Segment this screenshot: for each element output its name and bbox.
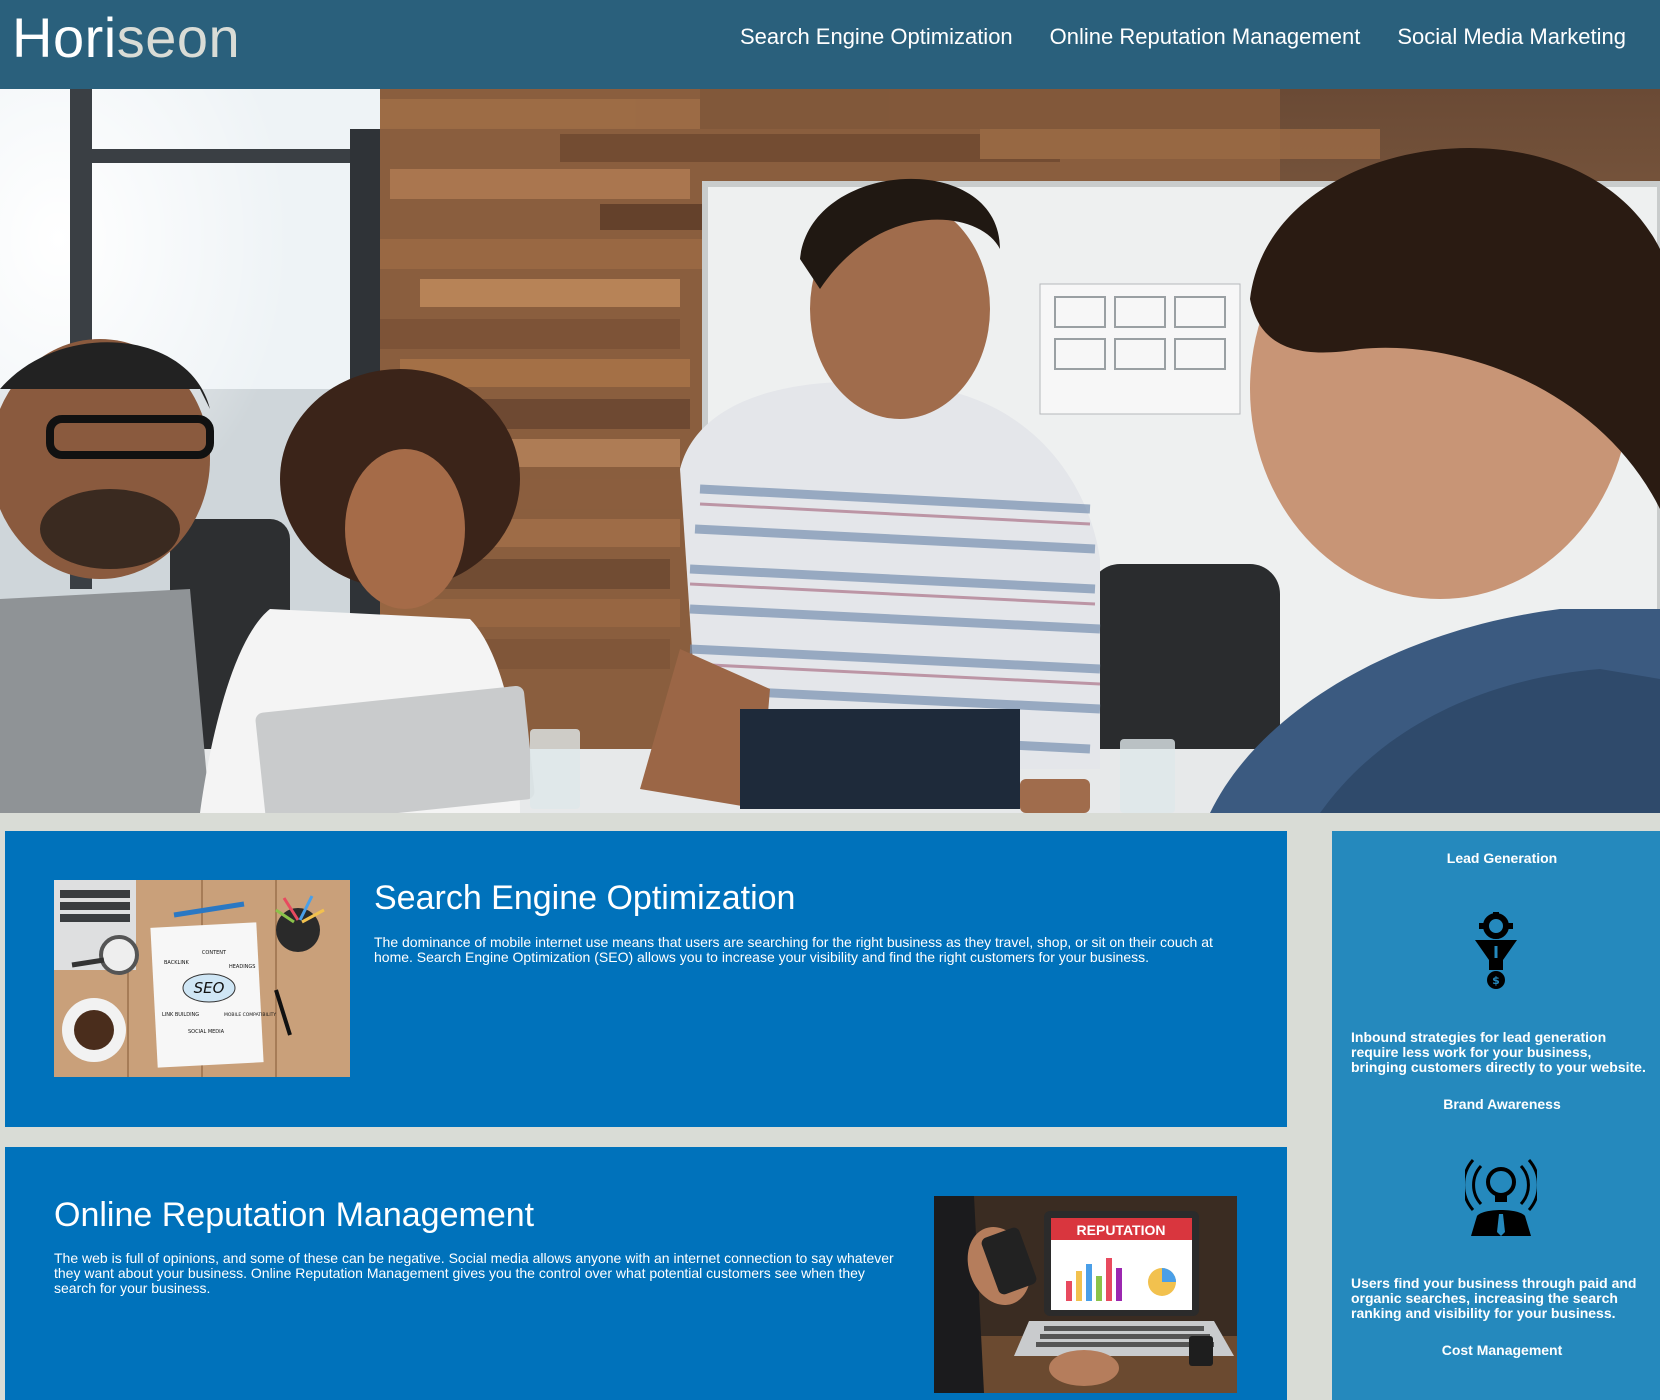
orm-illustration: REPUTATION (934, 1196, 1237, 1393)
seo-image-center-label: SEO (194, 979, 225, 997)
seo-image-headings-label: HEADINGS (229, 964, 255, 970)
seo-image-mobile-label: MOBILE COMPATIBILITY (224, 1012, 276, 1018)
logo-main: Hori (12, 6, 117, 69)
benefit-title-brand-awareness: Brand Awareness (1443, 1096, 1561, 1112)
lightbulb-broadcast-icon (1462, 1158, 1540, 1241)
hero-illustration (0, 89, 1660, 813)
seo-description: The dominance of mobile internet use mea… (374, 934, 1213, 965)
nav-link-seo[interactable]: Search Engine Optimization (740, 24, 1013, 50)
benefit-text-brand-awareness: Users find your business through paid an… (1351, 1275, 1637, 1321)
orm-section: Online Reputation Management The web is … (5, 1147, 1287, 1400)
orm-description: The web is full of opinions, and some of… (54, 1250, 894, 1296)
main-nav: Search Engine Optimization Online Reputa… (740, 0, 1660, 74)
seo-title: Search Engine Optimization (374, 879, 796, 917)
logo-accent: seon (116, 6, 241, 69)
seo-image-link-label: LINK BUILDING (162, 1012, 199, 1018)
svg-text:$: $ (1492, 974, 1500, 987)
seo-image-top-label: CONTENT (202, 950, 227, 956)
benefit-title-lead-generation: Lead Generation (1446, 850, 1558, 866)
hero-image (0, 89, 1660, 813)
seo-image: SEO CONTENT BACKLINK HEADINGS LINK BUILD… (54, 880, 350, 1077)
benefit-text-lead-generation: Inbound strategies for lead generation r… (1351, 1029, 1646, 1075)
funnel-gear-icon: $ (1473, 912, 1519, 995)
seo-image-backlink-label: BACKLINK (164, 960, 190, 966)
orm-title: Online Reputation Management (54, 1196, 535, 1234)
nav-link-smm[interactable]: Social Media Marketing (1397, 24, 1626, 50)
seo-illustration: SEO CONTENT BACKLINK HEADINGS LINK BUILD… (54, 880, 350, 1077)
nav-link-orm[interactable]: Online Reputation Management (1050, 24, 1361, 50)
seo-image-social-label: SOCIAL MEDIA (188, 1029, 225, 1035)
site-logo[interactable]: Horiseon (12, 2, 240, 74)
site-header: Horiseon Search Engine Optimization Onli… (0, 0, 1660, 89)
seo-section: SEO CONTENT BACKLINK HEADINGS LINK BUILD… (5, 831, 1287, 1127)
orm-image: REPUTATION (934, 1196, 1237, 1393)
orm-image-label: REPUTATION (1077, 1222, 1166, 1238)
benefit-title-cost-management: Cost Management (1441, 1342, 1563, 1358)
benefits-sidebar: Lead Generation $ Inbound strategies for… (1332, 831, 1660, 1400)
